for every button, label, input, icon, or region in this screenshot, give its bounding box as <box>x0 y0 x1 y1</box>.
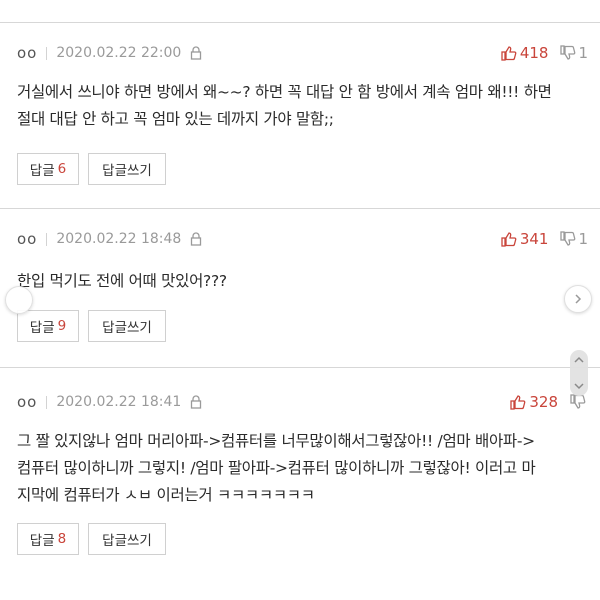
comment-date: 2020.02.22 18:48 <box>56 231 182 247</box>
comment-author[interactable]: oo <box>17 230 37 248</box>
replies-button[interactable]: 답글 8 <box>17 523 79 555</box>
comment-date: 2020.02.22 18:41 <box>56 394 182 410</box>
upvote-button[interactable]: 341 <box>501 230 549 248</box>
downvote-count: 1 <box>578 230 588 248</box>
thumbs-down-icon <box>570 394 586 409</box>
thumbs-up-icon <box>501 46 517 61</box>
thumbs-up-icon <box>501 232 517 247</box>
comment-author[interactable]: oo <box>17 393 37 411</box>
reply-count: 9 <box>57 318 67 334</box>
comment-line: 절대 대답 안 하고 꼭 엄마 있는 데까지 가야 말함;; <box>17 110 334 128</box>
vote-area: 418 1 <box>501 43 588 63</box>
chevron-up-icon[interactable] <box>574 356 584 364</box>
meta-divider <box>46 395 48 409</box>
upvote-count: 328 <box>529 393 558 411</box>
downvote-count: 1 <box>578 44 588 62</box>
chevron-right-icon <box>575 294 582 304</box>
comment-item: oo 2020.02.22 18:48 341 1 한입 먹기도 전에 어때 맛… <box>0 208 600 355</box>
write-reply-button[interactable]: 답글쓰기 <box>88 310 166 342</box>
comment-actions: 답글 8 답글쓰기 <box>17 523 166 555</box>
scrollbar[interactable] <box>570 350 588 396</box>
upvote-count: 418 <box>519 44 549 62</box>
upvote-button[interactable]: 418 <box>501 44 549 62</box>
comment-line: 컴퓨터 많이하니까 그렇지! /엄마 팔아파->컴퓨터 많이하니까 그렇잖아! … <box>17 459 536 477</box>
comment-line: 그 짤 있지않나 엄마 머리아파->컴퓨터를 너무많이해서그렇잖아!! /엄마 … <box>17 432 535 450</box>
meta-divider <box>46 46 48 60</box>
upvote-count: 341 <box>519 230 549 248</box>
meta-divider <box>46 232 48 246</box>
reply-count: 8 <box>57 531 67 547</box>
comment-list: oo 2020.02.22 22:00 418 1 거실에서 쓰니야 하면 방에… <box>0 0 600 600</box>
comment-item: oo 2020.02.22 22:00 418 1 거실에서 쓰니야 하면 방에… <box>0 22 600 197</box>
downvote-button[interactable]: 1 <box>560 230 588 248</box>
comment-line: 한입 먹기도 전에 어때 맛있어??? <box>17 272 227 290</box>
write-reply-button[interactable]: 답글쓰기 <box>88 523 166 555</box>
comment-text: 한입 먹기도 전에 어때 맛있어??? <box>17 268 586 295</box>
reply-count: 6 <box>57 161 67 177</box>
lock-icon[interactable] <box>190 46 202 60</box>
replies-label: 답글 <box>29 320 55 336</box>
replies-button[interactable]: 답글 6 <box>17 153 79 185</box>
vote-area: 341 1 <box>501 229 588 249</box>
comment-text: 거실에서 쓰니야 하면 방에서 왜~~? 하면 꼭 대답 안 함 방에서 계속 … <box>17 79 586 133</box>
scroll-left-button[interactable] <box>5 286 33 314</box>
replies-label: 답글 <box>29 533 55 549</box>
comment-item: oo 2020.02.22 18:41 328 그 짤 있지않나 엄마 머리아파… <box>0 367 600 600</box>
thumbs-down-icon <box>560 231 576 246</box>
comment-line: 지막에 컴퓨터가 ㅅㅂ 이러는거 ㅋㅋㅋㅋㅋㅋㅋ <box>17 486 315 504</box>
comment-line: 거실에서 쓰니야 하면 방에서 왜~~? 하면 꼭 대답 안 함 방에서 계속 … <box>17 83 552 101</box>
thumbs-down-icon <box>560 45 576 60</box>
write-reply-button[interactable]: 답글쓰기 <box>88 153 166 185</box>
comment-meta: oo 2020.02.22 18:48 <box>17 229 202 249</box>
thumbs-up-icon <box>510 395 526 410</box>
comment-actions: 답글 9 답글쓰기 <box>17 310 166 342</box>
replies-button[interactable]: 답글 9 <box>17 310 79 342</box>
scroll-right-button[interactable] <box>564 285 592 313</box>
lock-icon[interactable] <box>190 395 202 409</box>
upvote-button[interactable]: 328 <box>510 393 558 411</box>
comment-date: 2020.02.22 22:00 <box>56 45 182 61</box>
comment-actions: 답글 6 답글쓰기 <box>17 153 166 185</box>
replies-label: 답글 <box>29 163 55 179</box>
comment-meta: oo 2020.02.22 18:41 <box>17 392 202 412</box>
comment-text: 그 짤 있지않나 엄마 머리아파->컴퓨터를 너무많이해서그렇잖아!! /엄마 … <box>17 428 586 509</box>
lock-icon[interactable] <box>190 232 202 246</box>
downvote-button[interactable]: 1 <box>560 44 588 62</box>
downvote-button[interactable] <box>570 394 588 410</box>
chevron-down-icon[interactable] <box>574 382 584 390</box>
comment-author[interactable]: oo <box>17 44 37 62</box>
comment-meta: oo 2020.02.22 22:00 <box>17 43 202 63</box>
